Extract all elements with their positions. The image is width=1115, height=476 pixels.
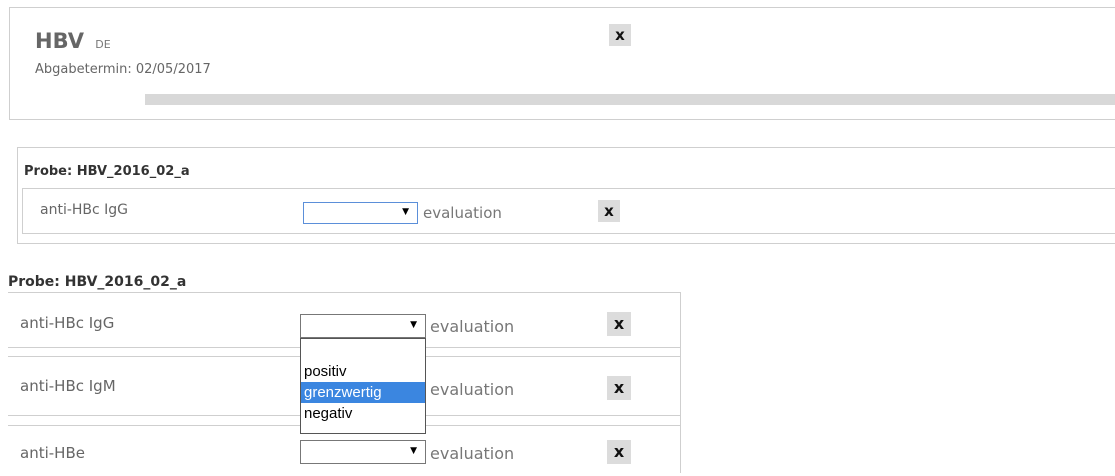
close-button[interactable]: x <box>609 24 631 46</box>
chevron-down-icon: ▼ <box>410 320 417 330</box>
remove-button[interactable]: x <box>607 376 631 400</box>
sample-title-top: Probe: HBV_2016_02_a <box>24 164 190 179</box>
deadline-text: Abgabetermin: 02/05/2017 <box>35 62 211 77</box>
analyte-row-top <box>22 188 1115 234</box>
progress-bar <box>145 94 1115 105</box>
sample-title-bottom: Probe: HBV_2016_02_a <box>8 274 187 290</box>
evaluation-label: evaluation <box>430 317 515 336</box>
chevron-down-icon: ▼ <box>410 446 417 456</box>
evaluation-label: evaluation <box>430 444 515 463</box>
panel-cut-line <box>17 243 1115 244</box>
result-select[interactable]: ▼ <box>300 440 426 464</box>
remove-button[interactable]: x <box>598 200 620 222</box>
dropdown-option-empty[interactable] <box>301 339 425 361</box>
evaluation-label: evaluation <box>423 204 502 222</box>
remove-button[interactable]: x <box>607 440 631 464</box>
analyte-label: anti-HBc IgG <box>20 314 115 332</box>
remove-button[interactable]: x <box>607 312 631 336</box>
analyte-label: anti-HBc IgG <box>40 202 129 218</box>
page-title: HBV DE <box>35 29 111 53</box>
chevron-down-icon: ▼ <box>402 207 409 217</box>
result-dropdown-list: positiv grenzwertig negativ <box>300 338 426 434</box>
result-select[interactable]: ▼ <box>303 202 418 224</box>
dropdown-option-positiv[interactable]: positiv <box>301 361 425 382</box>
dropdown-option-negativ[interactable]: negativ <box>301 403 425 424</box>
analyte-label: anti-HBe <box>20 444 85 462</box>
evaluation-label: evaluation <box>430 380 515 399</box>
analyte-label: anti-HBc IgM <box>20 377 116 395</box>
result-select[interactable]: ▼ <box>300 314 426 338</box>
title-text: HBV <box>35 29 84 53</box>
dropdown-option-grenzwertig[interactable]: grenzwertig <box>301 382 425 403</box>
title-suffix: DE <box>95 38 111 51</box>
